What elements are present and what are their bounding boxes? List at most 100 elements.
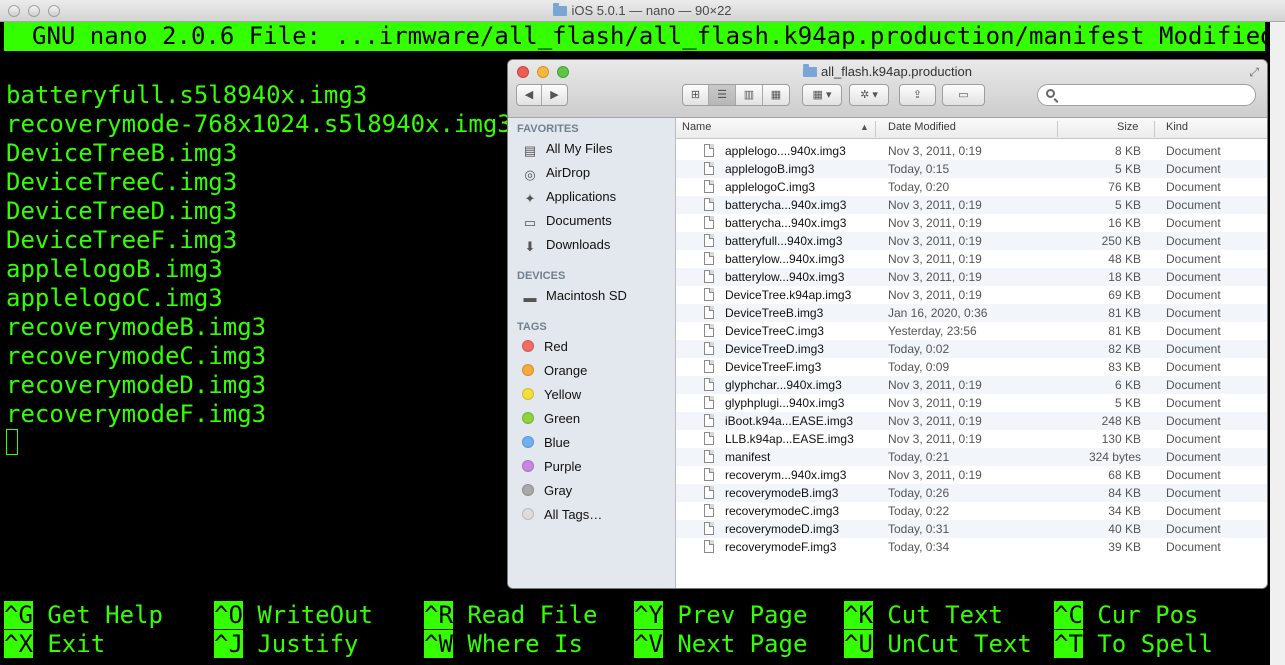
share-button[interactable]: ⇪: [899, 84, 936, 106]
table-row[interactable]: batterylow...940x.img3 Nov 3, 2011, 0:19 1…: [676, 268, 1267, 286]
sidebar-item[interactable]: ▬ Macintosh SD: [522, 286, 627, 306]
table-row[interactable]: applelogoB.img3 Today, 0:15 5 KB Document: [676, 160, 1267, 178]
cell-date: Jan 16, 2020, 0:36: [888, 306, 988, 320]
table-row[interactable]: manifest Today, 0:21 324 bytes Document: [676, 448, 1267, 466]
file-rows: applelogo....940x.img3 Nov 3, 2011, 0:19 8…: [676, 142, 1267, 556]
column-view-icon[interactable]: ▥: [736, 85, 763, 105]
cover-flow-icon[interactable]: ▦: [763, 85, 789, 105]
table-row[interactable]: batterycha...940x.img3 Nov 3, 2011, 0:19 1…: [676, 214, 1267, 232]
column-size[interactable]: Size: [1117, 121, 1138, 133]
fullscreen-icon[interactable]: ⤢: [1249, 65, 1259, 80]
cell-date: Today, 0:02: [888, 342, 950, 356]
table-row[interactable]: glyphchar...940x.img3 Nov 3, 2011, 0:19 6 …: [676, 376, 1267, 394]
tag-dot-icon: [522, 484, 534, 496]
sidebar-item[interactable]: Green: [522, 409, 580, 429]
sidebar-item[interactable]: ✦ Applications: [522, 187, 617, 207]
table-row[interactable]: DeviceTreeB.img3 Jan 16, 2020, 0:36 81 KB D…: [676, 304, 1267, 322]
cell-name: recoverymodeF.img3: [725, 540, 837, 554]
sidebar-item-label: Purple: [544, 459, 582, 474]
sidebar-item[interactable]: Purple: [522, 457, 582, 477]
table-row[interactable]: batterylow...940x.img3 Nov 3, 2011, 0:19 4…: [676, 250, 1267, 268]
sidebar-item[interactable]: Yellow: [522, 385, 581, 405]
sidebar-item-label: All Tags…: [544, 507, 603, 522]
terminal-scrollbar[interactable]: [1270, 22, 1285, 665]
cell-kind: Document: [1166, 162, 1221, 176]
column-date-modified[interactable]: Date Modified: [888, 121, 956, 133]
sidebar-item-label: Gray: [544, 483, 573, 498]
text-cursor: [6, 429, 18, 455]
cell-size: 82 KB: [1108, 342, 1141, 356]
shortcut-key: ^W: [424, 630, 453, 658]
list-view-icon[interactable]: ☰: [709, 85, 736, 105]
action-gear-icon[interactable]: ✲ ▾: [849, 84, 889, 106]
cell-size: 81 KB: [1108, 324, 1141, 338]
scrollbar-thumb[interactable]: [1273, 52, 1281, 612]
cell-size: 16 KB: [1108, 216, 1141, 230]
table-row[interactable]: recoverym...940x.img3 Nov 3, 2011, 0:19 68…: [676, 466, 1267, 484]
shortcut-label: Prev Page: [677, 601, 808, 629]
shortcut-label: Read File: [467, 601, 598, 629]
document-icon: [704, 522, 714, 535]
forward-button[interactable]: ▶: [542, 85, 567, 105]
shortcut-label: Justify: [257, 630, 359, 658]
cell-name: batteryfull...940x.img3: [725, 234, 843, 248]
cell-name: applelogo....940x.img3: [725, 144, 846, 158]
table-row[interactable]: DeviceTreeC.img3 Yesterday, 23:56 81 KB Doc…: [676, 322, 1267, 340]
column-divider[interactable]: [875, 121, 876, 137]
search-field[interactable]: [1037, 84, 1256, 106]
table-row[interactable]: applelogoC.img3 Today, 0:20 76 KB Document: [676, 178, 1267, 196]
shortcut-key: ^J: [214, 630, 243, 658]
table-row[interactable]: DeviceTreeD.img3 Today, 0:02 82 KB Document: [676, 340, 1267, 358]
table-row[interactable]: recoverymodeB.img3 Today, 0:26 84 KB Docume…: [676, 484, 1267, 502]
sidebar-item[interactable]: ⬇ Downloads: [522, 235, 611, 255]
editor-line: applelogoB.img3: [6, 255, 223, 283]
table-row[interactable]: DeviceTreeF.img3 Today, 0:09 83 KB Document: [676, 358, 1267, 376]
column-kind[interactable]: Kind: [1166, 121, 1188, 133]
cell-name: batterylow...940x.img3: [725, 252, 845, 266]
table-row[interactable]: DeviceTree.k94ap.img3 Nov 3, 2011, 0:19 69…: [676, 286, 1267, 304]
terminal-titlebar: iOS 5.0.1 — nano — 90×22: [0, 0, 1285, 22]
table-row[interactable]: recoverymodeC.img3 Today, 0:22 34 KB Docume…: [676, 502, 1267, 520]
shortcut-prev-page: ^Y Prev Page: [634, 601, 807, 630]
table-row[interactable]: batterycha...940x.img3 Nov 3, 2011, 0:19 5…: [676, 196, 1267, 214]
table-row[interactable]: glyphplugi...940x.img3 Nov 3, 2011, 0:19 5…: [676, 394, 1267, 412]
nano-header: GNU nano 2.0.6 File: ...irmware/all_flas…: [4, 22, 1265, 51]
table-row[interactable]: applelogo....940x.img3 Nov 3, 2011, 0:19 8…: [676, 142, 1267, 160]
sidebar-item[interactable]: All Tags…: [522, 505, 602, 525]
sidebar-item[interactable]: Blue: [522, 433, 570, 453]
icon-view-icon[interactable]: ⊞: [683, 85, 709, 105]
editor-line: recoverymodeB.img3: [6, 313, 267, 341]
tag-dot-icon: [522, 412, 534, 424]
back-button[interactable]: ◀: [517, 85, 542, 105]
sidebar-item-label: AirDrop: [546, 165, 591, 180]
sidebar-item[interactable]: ◎ AirDrop: [522, 163, 590, 183]
cell-kind: Document: [1166, 378, 1221, 392]
sidebar-item[interactable]: ▭ Documents: [522, 211, 612, 231]
sidebar-item[interactable]: ▤ All My Files: [522, 139, 613, 159]
editor-buffer[interactable]: batteryfull.s5l8940x.img3 recoverymode-76…: [6, 81, 512, 429]
arrange-button[interactable]: ▦ ▾: [802, 84, 842, 106]
cell-size: 40 KB: [1108, 522, 1141, 536]
sidebar-item[interactable]: Orange: [522, 361, 587, 381]
table-row[interactable]: iBoot.k94a...EASE.img3 Nov 3, 2011, 0:19 2…: [676, 412, 1267, 430]
column-divider[interactable]: [1057, 121, 1058, 137]
cell-name: glyphchar...940x.img3: [725, 378, 842, 392]
shortcut-key: ^T: [1054, 630, 1083, 658]
sidebar-item-label: Blue: [544, 435, 571, 450]
shortcut-where-is: ^W Where Is: [424, 630, 583, 659]
column-name[interactable]: Name: [682, 121, 711, 133]
editor-line: recoverymodeC.img3: [6, 342, 267, 370]
editor-line: batteryfull.s5l8940x.img3: [6, 81, 368, 109]
edit-tags-button[interactable]: ▭: [942, 84, 985, 106]
sidebar-item[interactable]: Red: [522, 337, 568, 357]
terminal-title: iOS 5.0.1 — nano — 90×22: [0, 3, 1285, 18]
cell-date: Nov 3, 2011, 0:19: [888, 432, 982, 446]
column-divider[interactable]: [1154, 121, 1155, 137]
sidebar-item[interactable]: Gray: [522, 481, 572, 501]
table-row[interactable]: recoverymodeD.img3 Today, 0:31 40 KB Docume…: [676, 520, 1267, 538]
table-row[interactable]: LLB.k94ap...EASE.img3 Nov 3, 2011, 0:19 13…: [676, 430, 1267, 448]
sort-ascending-icon: ▲: [860, 122, 869, 132]
cell-name: glyphplugi...940x.img3: [725, 396, 845, 410]
table-row[interactable]: batteryfull...940x.img3 Nov 3, 2011, 0:19…: [676, 232, 1267, 250]
table-row[interactable]: recoverymodeF.img3 Today, 0:34 39 KB Docume…: [676, 538, 1267, 556]
